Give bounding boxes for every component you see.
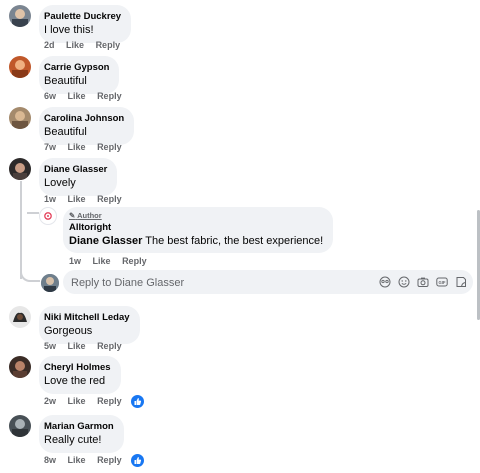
comment-time[interactable]: 1w [44,194,56,204]
reply-text: Diane Glasser The best fabric, the best … [69,234,323,248]
like-reaction-badge[interactable] [130,394,145,409]
reply-button[interactable]: Reply [97,455,122,465]
comment-text: Beautiful [44,75,87,87]
comment-text: I love this! [44,24,94,36]
reply-button[interactable]: Reply [97,194,122,204]
comment-actions: 8w Like Reply [44,455,131,465]
emoji-icon[interactable] [398,276,410,288]
comment-author[interactable]: Marian Garmon [44,420,114,433]
comment-author[interactable]: Paulette Duckrey [44,10,121,23]
comment-author[interactable]: Carolina Johnson [44,112,124,125]
comment-bubble: Carolina Johnson Beautiful [39,107,135,145]
reply-avatar [41,274,59,292]
comment-text: Lovely [44,177,76,189]
comment-text: Love the red [44,375,106,387]
comment-actions: 7w Like Reply [44,142,131,152]
like-thumb-icon [134,398,142,405]
pencil-icon: ✎ [69,211,76,220]
like-button[interactable]: Like [68,91,86,101]
mention-link[interactable]: Diane Glasser [69,235,142,247]
author-logo-icon [44,212,52,220]
comment-actions: 2w Like Reply [44,396,131,406]
like-button[interactable]: Like [68,341,86,351]
reply-button[interactable]: Reply [97,396,122,406]
reply-button[interactable]: Reply [97,142,122,152]
avatar[interactable] [9,158,31,180]
comment-time[interactable]: 8w [44,455,56,465]
reply-button[interactable]: Reply [97,341,122,351]
comment-time[interactable]: 7w [44,142,56,152]
gif-icon[interactable]: GIF [436,276,448,288]
comment-bubble: Paulette Duckrey I love this! [39,5,132,43]
comment-text: Beautiful [44,126,87,138]
comment-text: Gorgeous [44,325,93,337]
thread-line-author [27,212,39,214]
author-badge-label: Author [77,211,102,220]
reply-input[interactable] [69,274,373,292]
avatar[interactable] [9,107,31,129]
comment-time[interactable]: 6w [44,91,56,101]
camera-icon[interactable] [417,276,429,288]
like-button[interactable]: Like [68,455,86,465]
author-badge: ✎ Author [69,211,323,221]
reply-button[interactable]: Reply [96,40,121,50]
comment-actions: 2d Like Reply [44,40,129,50]
comment-actions: 1w Like Reply [44,194,131,204]
like-button[interactable]: Like [68,194,86,204]
comment-bubble: Niki Mitchell Leday Gorgeous [39,306,140,344]
comment-time[interactable]: 2d [44,40,55,50]
like-button[interactable]: Like [68,142,86,152]
reply-actions: 1w Like Reply [69,256,156,266]
comment-bubble: Diane Glasser Lovely [39,158,118,196]
comment-bubble: Marian Garmon Really cute! [39,415,124,453]
comment-actions: 6w Like Reply [44,91,131,101]
comment-time[interactable]: 5w [44,341,56,351]
like-button[interactable]: Like [66,40,84,50]
sticker-icon[interactable] [455,276,467,288]
svg-text:GIF: GIF [439,280,446,285]
like-reaction-badge[interactable] [130,453,145,468]
reply-time[interactable]: 1w [69,256,81,266]
comment-author[interactable]: Cheryl Holmes [44,361,111,374]
avatar[interactable] [9,56,31,78]
comment-text: Really cute! [44,434,102,446]
reply-button[interactable]: Reply [122,256,147,266]
author-avatar[interactable] [39,207,57,225]
reply-author[interactable]: Alltoright [69,221,323,234]
avatar[interactable] [9,356,31,378]
avatar-mask-icon[interactable] [379,276,391,288]
like-button[interactable]: Like [68,396,86,406]
comment-author[interactable]: Niki Mitchell Leday [44,311,130,324]
reply-input-box: GIF [63,270,473,294]
like-thumb-icon [134,457,142,464]
avatar[interactable] [9,5,31,27]
comment-actions: 5w Like Reply [44,341,131,351]
comment-time[interactable]: 2w [44,396,56,406]
avatar[interactable] [9,415,31,437]
thread-line-vertical [20,181,22,279]
reply-bubble: ✎ Author Alltoright Diane Glasser The be… [63,207,334,253]
comment-author[interactable]: Carrie Gypson [44,61,109,74]
comment-bubble: Cheryl Holmes Love the red [39,356,121,394]
avatar[interactable] [9,306,31,328]
thread-line-curve [20,270,40,282]
reply-message: The best fabric, the best experience! [142,235,324,247]
reply-button[interactable]: Reply [97,91,122,101]
comment-bubble: Carrie Gypson Beautiful [39,56,120,94]
comment-author[interactable]: Diane Glasser [44,163,107,176]
like-button[interactable]: Like [93,256,111,266]
